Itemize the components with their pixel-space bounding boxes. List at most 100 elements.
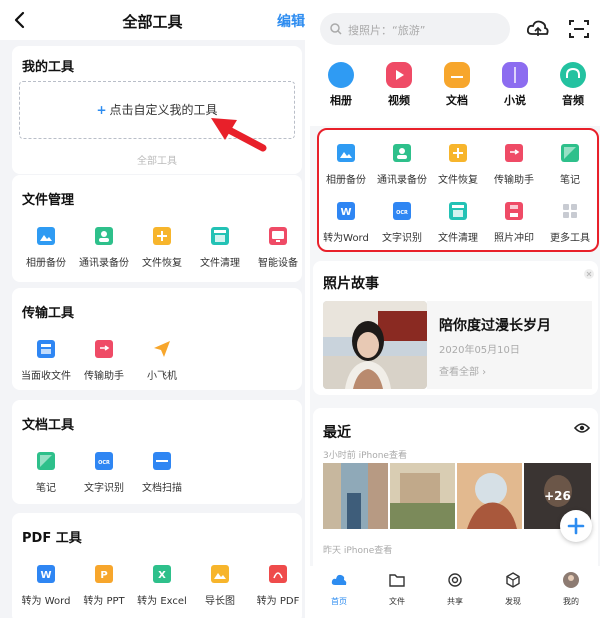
tool-paper-plane[interactable]: 小飞机 xyxy=(133,340,191,382)
broom-icon xyxy=(211,227,229,245)
svg-text:X: X xyxy=(158,570,166,581)
header: 全部工具 编辑 xyxy=(0,0,305,40)
excel-icon: X xyxy=(153,565,171,583)
plus-icon: + xyxy=(96,103,107,117)
tool-long-image[interactable]: 导长图 xyxy=(191,565,249,607)
category-video[interactable]: 视频 xyxy=(370,62,428,108)
search-input[interactable]: 搜照片：“旅游” xyxy=(320,13,510,45)
section-title: PDF 工具 xyxy=(22,531,82,546)
tool-text-recognition[interactable]: OCR 文字识别 xyxy=(75,452,133,494)
tab-files[interactable]: 文件 xyxy=(368,572,426,607)
word-icon: W xyxy=(337,202,355,220)
page-title: 全部工具 xyxy=(122,13,183,31)
edit-button[interactable]: 编辑 xyxy=(277,11,305,31)
video-icon xyxy=(386,62,412,88)
transfer-tools-card: 传输工具 当面收文件 传输助手 小飞机 xyxy=(12,288,302,390)
ocr-icon: OCR xyxy=(95,452,113,470)
category-document[interactable]: 文档 xyxy=(428,62,486,108)
grid-tool-album-backup[interactable]: 相册备份 xyxy=(318,144,374,186)
close-icon[interactable] xyxy=(584,269,594,279)
category-album[interactable]: 相册 xyxy=(312,62,370,108)
tool-to-ppt[interactable]: P 转为 PPT xyxy=(75,565,133,607)
thumbnail[interactable] xyxy=(323,463,388,529)
tool-notes[interactable]: 笔记 xyxy=(17,452,75,494)
top-area: 搜照片：“旅游” 相册 视频 文档 小说 音频 xyxy=(310,0,600,126)
search-icon xyxy=(330,23,342,35)
tool-file-cleanup[interactable]: 文件清理 xyxy=(191,227,249,269)
folder-icon xyxy=(389,574,405,587)
grid-tool-transfer-assistant[interactable]: 传输助手 xyxy=(486,144,542,186)
grid-tool-notes[interactable]: 笔记 xyxy=(542,144,598,186)
search-placeholder: 搜照片：“旅游” xyxy=(348,24,426,37)
tab-home[interactable]: 首页 xyxy=(310,572,368,607)
document-tools-card: 文档工具 笔记 OCR 文字识别 文档扫描 xyxy=(12,400,302,504)
recovery-icon xyxy=(449,144,467,162)
more-grid-icon xyxy=(561,202,579,220)
avatar xyxy=(563,572,579,588)
tool-transfer-assistant[interactable]: 传输助手 xyxy=(75,340,133,382)
tool-document-scan[interactable]: 文档扫描 xyxy=(133,452,191,494)
tool-file-recovery[interactable]: 文件恢复 xyxy=(133,227,191,269)
thumbnail[interactable] xyxy=(457,463,522,529)
add-button[interactable] xyxy=(560,510,592,542)
tool-to-pdf[interactable]: 转为 PDF xyxy=(249,565,305,607)
screenshot-root: 全部工具 编辑 我的工具 + 点击自定义我的工具 全部工具 文件管理 相册备份 通… xyxy=(0,0,600,618)
story-headline: 陪你度过漫长岁月 xyxy=(439,318,551,334)
category-audio[interactable]: 音频 xyxy=(544,62,600,108)
recent-subtitle-1: 3小时前 iPhone查看 xyxy=(323,451,407,461)
photo-story-card[interactable]: 照片故事 陪你度过漫长岁月 2020年05月10日 查看全部 › xyxy=(313,261,598,395)
recent-thumbnails: +26 xyxy=(323,463,591,529)
ocr-icon: OCR xyxy=(393,202,411,220)
section-title: 文档工具 xyxy=(22,418,75,433)
thumbnail[interactable] xyxy=(390,463,455,529)
pdf-tools-card: PDF 工具 W 转为 Word P 转为 PPT X 转为 Excel 导长图 xyxy=(12,513,302,618)
headphones-icon xyxy=(560,62,586,88)
pdf-icon xyxy=(269,565,287,583)
tool-to-excel[interactable]: X 转为 Excel xyxy=(133,565,191,607)
grid-tool-file-cleanup[interactable]: 文件清理 xyxy=(430,202,486,244)
tool-contacts-backup[interactable]: 通讯录备份 xyxy=(75,227,133,269)
scan-icon xyxy=(153,452,171,470)
tool-to-word[interactable]: W 转为 Word xyxy=(17,565,75,607)
grid-tool-text-recognition[interactable]: OCR 文字识别 xyxy=(374,202,430,244)
contact-icon xyxy=(393,144,411,162)
album-icon xyxy=(328,62,354,88)
section-title: 文件管理 xyxy=(22,193,75,208)
tool-album-backup[interactable]: 相册备份 xyxy=(17,227,75,269)
tab-me[interactable]: 我的 xyxy=(542,572,600,607)
bottom-tab-bar: 首页 文件 共享 发现 我的 xyxy=(310,566,600,618)
note-icon xyxy=(37,452,55,470)
recent-title: 最近 xyxy=(323,425,351,441)
eye-icon[interactable] xyxy=(574,422,590,434)
long-image-icon xyxy=(211,565,229,583)
story-photo xyxy=(323,301,427,389)
category-row: 相册 视频 文档 小说 音频 xyxy=(310,62,600,114)
customize-label: 点击自定义我的工具 xyxy=(109,103,218,117)
scan-qr-icon[interactable] xyxy=(566,16,592,42)
grid-tool-more[interactable]: 更多工具 xyxy=(542,202,598,244)
book-icon xyxy=(502,62,528,88)
photo-icon xyxy=(337,144,355,162)
tool-receive-in-person[interactable]: 当面收文件 xyxy=(17,340,75,382)
category-novel[interactable]: 小说 xyxy=(486,62,544,108)
tab-discover[interactable]: 发现 xyxy=(484,572,542,607)
view-all-link[interactable]: 查看全部 › xyxy=(439,363,486,378)
grid-tool-file-recovery[interactable]: 文件恢复 xyxy=(430,144,486,186)
grid-tool-contacts-backup[interactable]: 通讯录备份 xyxy=(374,144,430,186)
document-icon xyxy=(444,62,470,88)
grid-tool-to-word[interactable]: W 转为Word xyxy=(318,202,374,244)
tab-share[interactable]: 共享 xyxy=(426,572,484,607)
plus-icon xyxy=(567,517,585,535)
contact-icon xyxy=(95,227,113,245)
grid-tool-photo-print[interactable]: 照片冲印 xyxy=(486,202,542,244)
svg-text:W: W xyxy=(340,207,351,218)
tool-smart-device[interactable]: 智能设备 xyxy=(249,227,305,269)
svg-text:W: W xyxy=(40,570,51,581)
story-date: 2020年05月10日 xyxy=(439,345,520,356)
receive-file-icon xyxy=(37,340,55,358)
cloud-upload-icon[interactable] xyxy=(525,16,551,42)
share-icon xyxy=(448,573,462,587)
monitor-icon xyxy=(269,227,287,245)
broom-icon xyxy=(449,202,467,220)
all-tools-panel: 全部工具 编辑 我的工具 + 点击自定义我的工具 全部工具 文件管理 相册备份 通… xyxy=(0,0,305,618)
